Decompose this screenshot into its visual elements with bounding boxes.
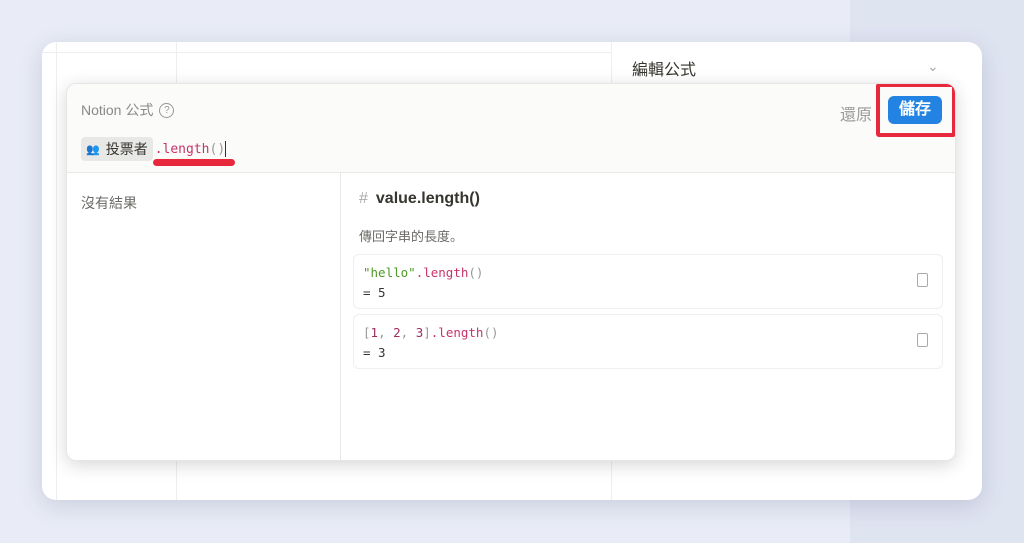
highlight-underline [153, 159, 235, 166]
revert-button[interactable]: 還原 [840, 101, 872, 125]
code-bracket: ] [423, 325, 431, 340]
code-comma: , [400, 325, 416, 340]
function-signature: # value.length() [359, 190, 480, 208]
save-button[interactable]: 儲存 [888, 96, 942, 124]
example-code: "hello".length() [363, 263, 933, 283]
formula-editor: Notion 公式 ? 還原 儲存 👥 投票者 .length() 沒有結果 #… [66, 83, 956, 461]
grid-line [42, 52, 611, 53]
text-caret [225, 141, 227, 157]
code-number: 2 [393, 325, 401, 340]
property-name: 投票者 [105, 141, 148, 157]
example-block: "hello".length() = 5 [353, 254, 943, 309]
code-method: .length [430, 325, 484, 340]
formula-header: Notion 公式 ? 還原 儲存 👥 投票者 .length() [67, 84, 955, 173]
no-results-text: 沒有結果 [81, 195, 137, 211]
suggestion-list: 沒有結果 [67, 173, 341, 460]
copy-icon[interactable] [917, 273, 928, 287]
grid-line [56, 42, 57, 500]
example-block: [1, 2, 3].length() = 3 [353, 314, 943, 369]
code-parens: () [483, 325, 499, 340]
code-string: "hello" [363, 265, 416, 280]
editor-title: Notion 公式 ? [81, 100, 175, 120]
formula-method: .length [154, 141, 210, 157]
code-bracket: [ [363, 325, 371, 340]
code-method: .length [415, 265, 469, 280]
formula-parens: () [209, 141, 226, 157]
people-icon: 👥 [86, 143, 100, 156]
property-chip[interactable]: 👥 投票者 [81, 137, 153, 161]
editor-title-text: Notion 公式 [81, 102, 154, 118]
signature-text: value.length() [375, 190, 480, 207]
function-description: 傳回字串的長度。 [359, 229, 464, 244]
code-parens: () [468, 265, 484, 280]
code-comma: , [378, 325, 394, 340]
function-doc: # value.length() 傳回字串的長度。 "hello".length(… [341, 173, 955, 460]
code-number: 1 [370, 325, 379, 340]
example-result: = 3 [363, 345, 386, 360]
help-icon[interactable]: ? [159, 102, 175, 118]
copy-icon[interactable] [917, 333, 928, 347]
formula-input[interactable]: 👥 投票者 .length() [81, 137, 227, 161]
formula-code: .length() [155, 142, 225, 157]
panel-title: 編輯公式 [632, 62, 697, 79]
example-result: = 5 [363, 285, 386, 300]
example-code: [1, 2, 3].length() [363, 323, 933, 343]
hash-icon: # [359, 190, 368, 207]
chevron-down-icon[interactable]: ⌄ [927, 58, 939, 75]
